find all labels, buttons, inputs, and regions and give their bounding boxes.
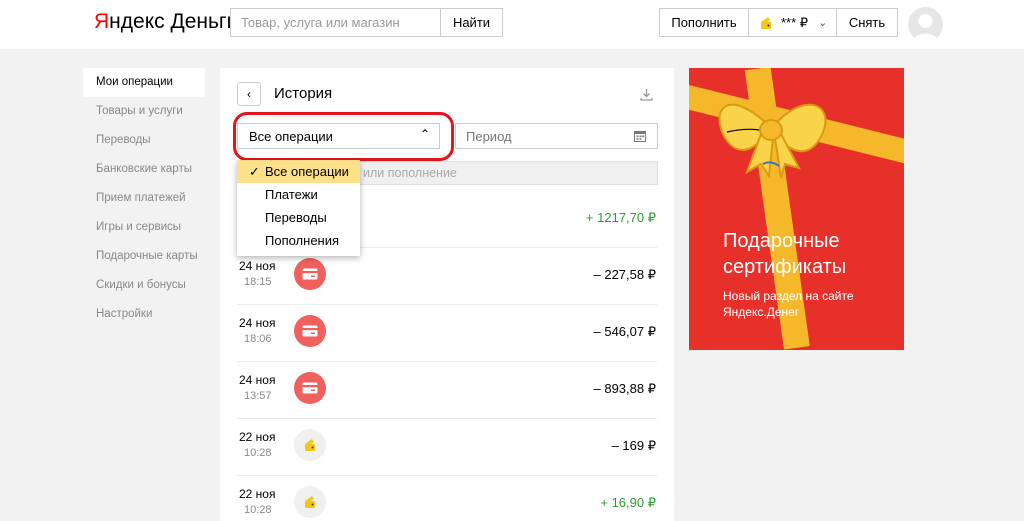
wallet-icon [294, 486, 326, 518]
operation-time: 18:06 [244, 333, 272, 345]
dropdown-option[interactable]: Переводы [237, 206, 360, 229]
operation-row[interactable]: 24 ноя 18:06 – 546,07 ₽ [220, 306, 674, 362]
sidebar-item[interactable]: Мои операции [83, 68, 205, 97]
banner-subtitle: Новый раздел на сайте Яндекс.Денег [723, 289, 854, 319]
operation-row[interactable]: 22 ноя 10:28 + 16,90 ₽ [220, 477, 674, 521]
row-divider [237, 418, 657, 419]
operation-time: 18:15 [244, 276, 272, 288]
operation-date: 24 ноя [239, 316, 276, 330]
operation-amount: – 169 ₽ [611, 438, 656, 453]
sidebar-item[interactable]: Настройки [83, 300, 205, 329]
dropdown-option[interactable]: Пополнения [237, 229, 360, 252]
search-input[interactable] [230, 8, 440, 37]
operation-amount: – 546,07 ₽ [593, 324, 657, 339]
operation-time: 10:28 [244, 447, 272, 459]
logo[interactable]: Яндекс Деньги [94, 9, 238, 35]
row-divider [237, 361, 657, 362]
period-input[interactable] [455, 123, 658, 149]
sidebar-item[interactable]: Товары и услуги [83, 97, 205, 126]
find-button[interactable]: Найти [440, 8, 503, 37]
balance-value: *** ₽ [781, 14, 809, 30]
sidebar-item[interactable]: Игры и сервисы [83, 213, 205, 242]
dropdown-option-label: Все операции [265, 164, 349, 179]
operation-amount: + 16,90 ₽ [600, 495, 656, 510]
operation-date: 22 ноя [239, 487, 276, 501]
dropdown-option-label: Пополнения [265, 233, 340, 248]
sidebar: Мои операции Товары и услуги Переводы Банко… [83, 68, 205, 329]
dropdown-option[interactable]: Платежи [237, 183, 360, 206]
dropdown-option-label: Платежи [265, 187, 318, 202]
download-icon[interactable] [640, 88, 653, 101]
row-divider [237, 475, 657, 476]
checkmark-icon: ✓ [249, 164, 260, 179]
logo-ya: Я [94, 10, 110, 33]
card-icon [294, 258, 326, 290]
operation-row[interactable]: 22 ноя 10:28 – 169 ₽ [220, 420, 674, 476]
back-button[interactable]: ‹ [237, 82, 261, 106]
banner-title: Подарочные сертификаты [723, 230, 847, 278]
operation-date: 22 ноя [239, 430, 276, 444]
logo-dengi: Деньги [170, 10, 239, 33]
withdraw-button[interactable]: Снять [836, 8, 898, 37]
operation-date: 24 ноя [239, 373, 276, 387]
chevron-down-icon: ⌄ [818, 17, 828, 29]
operation-row[interactable]: 24 ноя 13:57 – 893,88 ₽ [220, 363, 674, 419]
topup-button[interactable]: Пополнить [659, 8, 749, 37]
operation-amount: – 227,58 ₽ [593, 267, 657, 282]
history-panel: ‹ История Все операции ⌃ или пополнение … [220, 68, 674, 521]
page-title: История [274, 85, 333, 102]
top-header: Яндекс Деньги Найти Пополнить *** ₽ ⌄ Сн… [0, 0, 1024, 49]
card-icon [294, 372, 326, 404]
sidebar-item[interactable]: Банковские карты [83, 155, 205, 184]
calendar-icon[interactable] [634, 130, 646, 142]
dropdown-option-label: Переводы [265, 210, 327, 225]
row-divider [237, 304, 657, 305]
operation-type-dropdown: ✓ Все операции Платежи Переводы Пополнения [237, 160, 360, 256]
card-icon [294, 315, 326, 347]
chevron-left-icon: ‹ [247, 87, 251, 101]
balance-dropdown[interactable]: *** ₽ ⌄ [748, 8, 837, 37]
operation-row[interactable]: 24 ноя 18:15 – 227,58 ₽ [220, 249, 674, 305]
user-icon [912, 14, 939, 42]
operation-amount: – 893,88 ₽ [593, 381, 657, 396]
operation-date: 24 ноя [239, 259, 276, 273]
operation-amount: + 1217,70 ₽ [585, 210, 656, 225]
sidebar-item[interactable]: Переводы [83, 126, 205, 155]
wallet-icon [761, 16, 771, 29]
highlight-annotation [233, 112, 454, 161]
operation-time: 13:57 [244, 390, 272, 402]
dropdown-option[interactable]: ✓ Все операции [237, 160, 360, 183]
sidebar-item[interactable]: Скидки и бонусы [83, 271, 205, 300]
operation-time: 10:28 [244, 504, 272, 516]
sidebar-item[interactable]: Подарочные карты [83, 242, 205, 271]
avatar[interactable] [908, 7, 943, 42]
sidebar-item[interactable]: Прием платежей [83, 184, 205, 213]
wallet-icon [294, 429, 326, 461]
logo-ndex: ндекс [109, 10, 165, 33]
gift-certificates-banner[interactable]: Подарочные сертификаты Новый раздел на с… [689, 68, 904, 350]
